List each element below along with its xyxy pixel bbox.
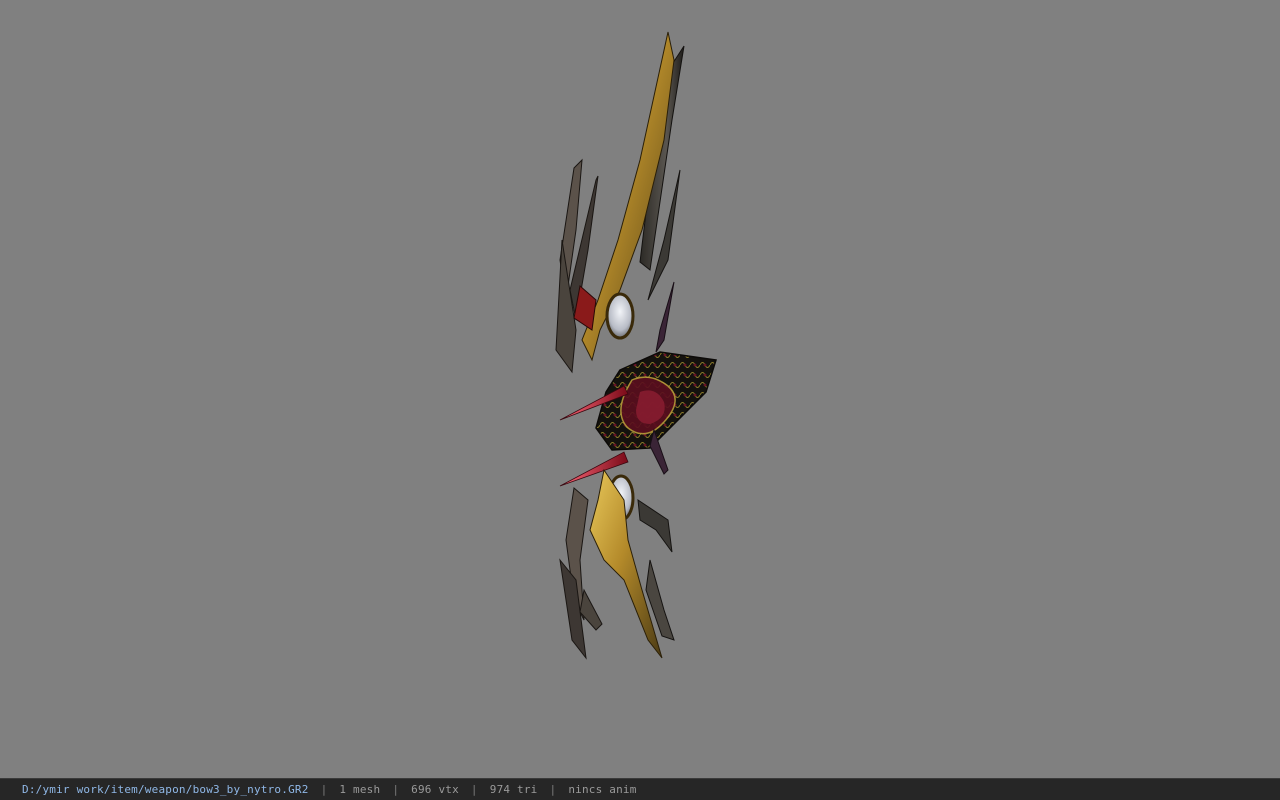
status-separator: | [549,783,557,796]
upper-purple-spike [655,281,675,353]
animation-status: nincs anim [568,783,637,796]
mesh-count: 1 mesh [339,783,381,796]
file-path: D:/ymir work/item/weapon/bow3_by_nytro.G… [22,783,309,796]
status-bar: D:/ymir work/item/weapon/bow3_by_nytro.G… [0,778,1280,800]
model-viewport[interactable] [0,0,1280,778]
status-separator: | [320,783,328,796]
triangle-count: 974 tri [489,783,538,796]
bow-3d-model[interactable] [0,0,1280,778]
upper-gem [605,292,635,340]
status-separator: | [470,783,478,796]
status-separator: | [392,783,400,796]
vertex-count: 696 vtx [411,783,459,796]
